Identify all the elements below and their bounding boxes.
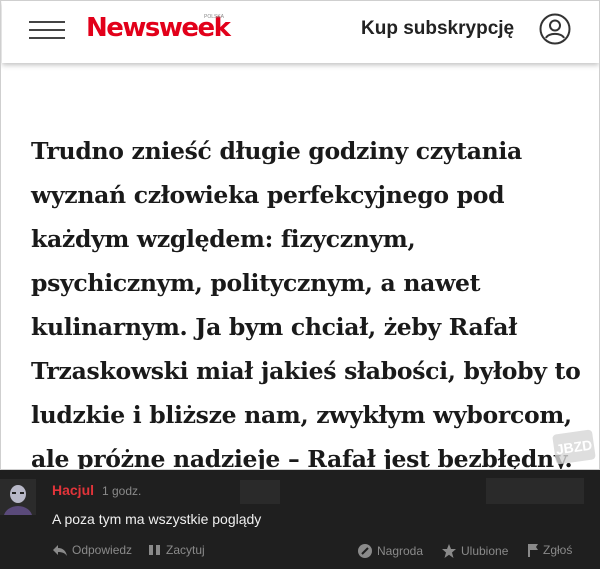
article-line: kulinarnym. Ja bym chciał, żeby Rafał: [31, 313, 517, 341]
article-line: ale próżne nadzieje – Rafał jest bezbłęd…: [31, 445, 573, 470]
comment: Hacjul 1 godz. A poza tym ma wszystkie p…: [0, 470, 600, 569]
quote-icon: [149, 545, 160, 555]
favorite-label: Ulubione: [461, 544, 509, 558]
comment-username[interactable]: Hacjul: [52, 482, 94, 498]
newsweek-header: Newsweek POLSKA Kup subskrypcję: [2, 1, 599, 63]
logo-subtitle: POLSKA: [204, 14, 225, 20]
quote-button[interactable]: Zacytuj: [148, 543, 205, 557]
award-button[interactable]: Nagroda: [357, 543, 423, 559]
article-line: każdym względem: fizycznym,: [31, 225, 416, 253]
award-label: Nagroda: [377, 544, 424, 558]
report-label: Zgłoś: [543, 543, 573, 557]
quote-label: Zacytuj: [166, 543, 205, 557]
report-button[interactable]: Zgłoś: [527, 543, 572, 557]
subscribe-link[interactable]: Kup subskrypcję: [361, 18, 514, 40]
article-line: wyznań człowieka perfekcyjnego pod: [31, 181, 505, 209]
comment-text: A poza tym ma wszystkie poglądy: [52, 511, 262, 527]
user-icon[interactable]: [539, 13, 571, 45]
article-line: Trzaskowski miał jakieś słabości, byłoby…: [31, 357, 581, 385]
article-line: psychicznym, politycznym, a nawet: [31, 269, 481, 297]
jbzd-watermark: JBZD: [552, 429, 596, 465]
award-icon: [358, 544, 372, 558]
reply-button[interactable]: Odpowiedz: [52, 543, 132, 557]
avatar[interactable]: [0, 479, 36, 515]
article-screenshot: Newsweek POLSKA Kup subskrypcję Trudno z…: [0, 0, 600, 470]
article-line: ludzkie i bliższe nam, zwykłym wyborcom,: [31, 401, 572, 429]
background-artifact: [240, 480, 280, 504]
article-line: Trudno znieść długie godziny czytania: [31, 137, 522, 165]
reply-icon: [53, 545, 67, 556]
article-text: Trudno znieść długie godziny czytania wy…: [31, 129, 581, 470]
hamburger-icon[interactable]: [29, 19, 65, 41]
favorite-button[interactable]: Ulubione: [441, 543, 508, 559]
reply-label: Odpowiedz: [72, 543, 133, 557]
star-icon: [442, 544, 456, 558]
comment-time: 1 godz.: [102, 484, 142, 498]
flag-icon: [528, 544, 538, 557]
background-artifact: [486, 478, 584, 504]
